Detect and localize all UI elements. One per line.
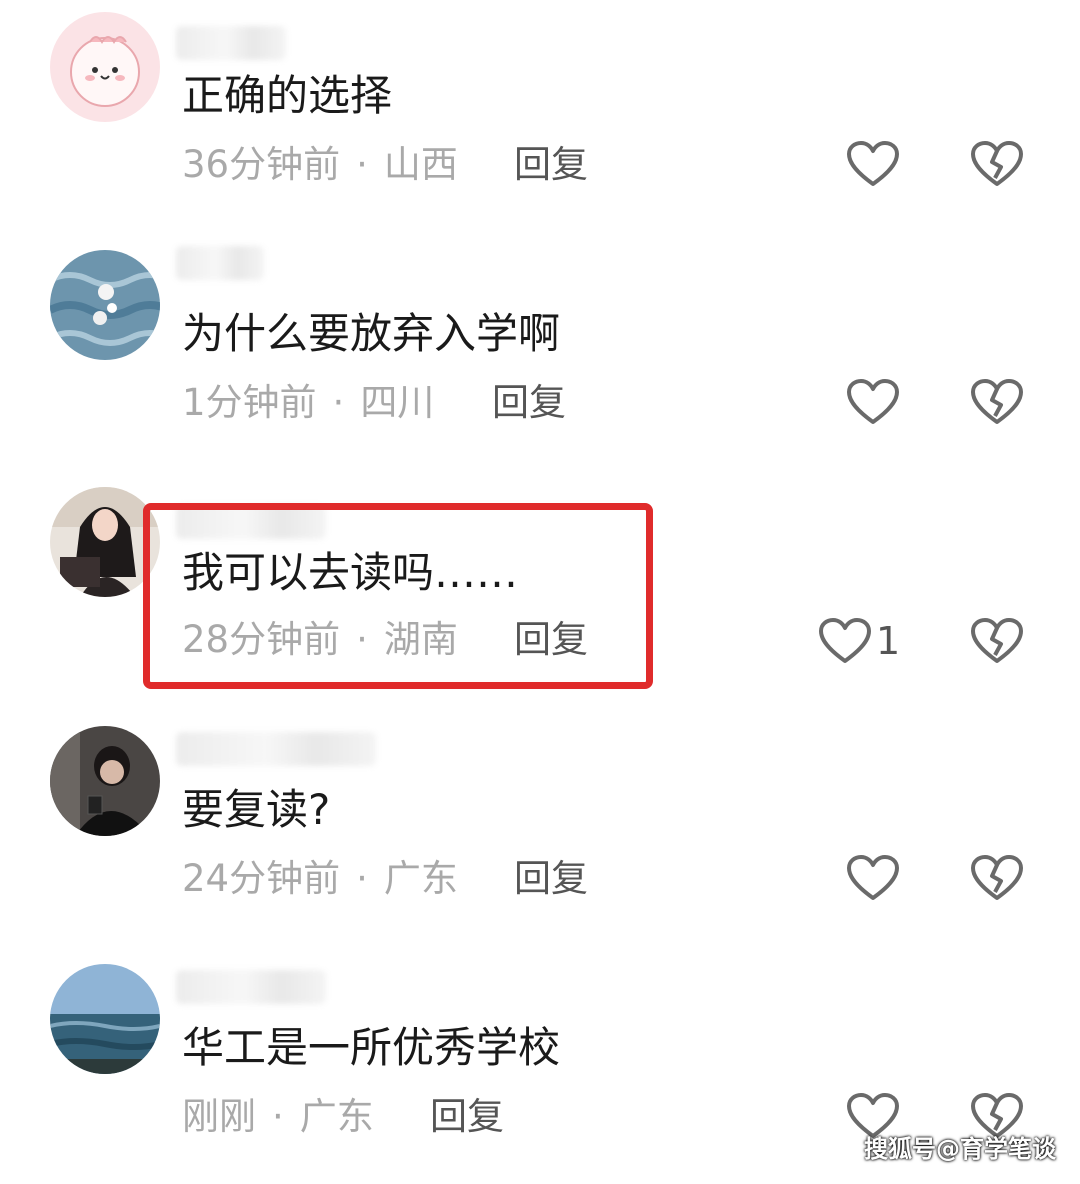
reply-button[interactable]: 回复 <box>492 380 566 426</box>
watermark: 搜狐号@育学笔谈 <box>864 1135 1056 1163</box>
meta-separator: · <box>356 143 368 186</box>
highlight-box <box>143 503 653 689</box>
comment-text: 正确的选择 <box>182 71 393 120</box>
comment-time: 36分钟前 <box>182 143 341 186</box>
reply-button[interactable]: 回复 <box>430 1094 504 1140</box>
comment-text: 要复读? <box>182 785 331 834</box>
comment-item: 正确的选择 36分钟前 · 山西 回复 <box>0 12 1080 232</box>
broken-heart-icon[interactable] <box>970 378 1024 426</box>
broken-heart-icon[interactable] <box>970 617 1024 665</box>
heart-icon[interactable] <box>846 378 900 426</box>
meta-separator: · <box>332 381 345 424</box>
like-count: 1 <box>876 619 901 663</box>
username-blurred[interactable] <box>176 732 376 766</box>
comment-meta: 1分钟前 · 四川 <box>182 380 434 426</box>
comment-location: 广东 <box>383 857 458 900</box>
comment-item: 要复读? 24分钟前 · 广东 回复 <box>0 726 1080 946</box>
broken-heart-icon[interactable] <box>970 140 1024 188</box>
username-blurred[interactable] <box>176 246 264 280</box>
heart-icon[interactable] <box>846 140 900 188</box>
comment-item: 为什么要放弃入学啊 1分钟前 · 四川 回复 <box>0 246 1080 470</box>
avatar[interactable] <box>50 726 160 836</box>
heart-icon[interactable] <box>818 617 872 665</box>
username-blurred[interactable] <box>176 970 326 1004</box>
comment-meta: 刚刚 · 广东 <box>182 1094 374 1140</box>
comment-meta: 36分钟前 · 山西 <box>182 142 458 188</box>
broken-heart-icon[interactable] <box>970 854 1024 902</box>
comment-time: 1分钟前 <box>182 381 317 424</box>
meta-separator: · <box>356 857 368 900</box>
comment-location: 四川 <box>360 381 435 424</box>
comment-text: 华工是一所优秀学校 <box>182 1023 561 1072</box>
comment-text: 为什么要放弃入学啊 <box>182 309 561 358</box>
reply-button[interactable]: 回复 <box>514 142 588 188</box>
avatar[interactable] <box>50 250 160 360</box>
avatar[interactable] <box>50 964 160 1074</box>
heart-icon[interactable] <box>846 854 900 902</box>
comment-location: 广东 <box>299 1095 374 1138</box>
comment-meta: 24分钟前 · 广东 <box>182 856 458 902</box>
avatar[interactable] <box>50 12 160 122</box>
comment-location: 山西 <box>383 143 458 186</box>
username-blurred[interactable] <box>176 26 286 60</box>
reply-button[interactable]: 回复 <box>514 856 588 902</box>
comment-time: 24分钟前 <box>182 857 341 900</box>
comment-time: 刚刚 <box>182 1095 256 1138</box>
meta-separator: · <box>272 1095 284 1138</box>
